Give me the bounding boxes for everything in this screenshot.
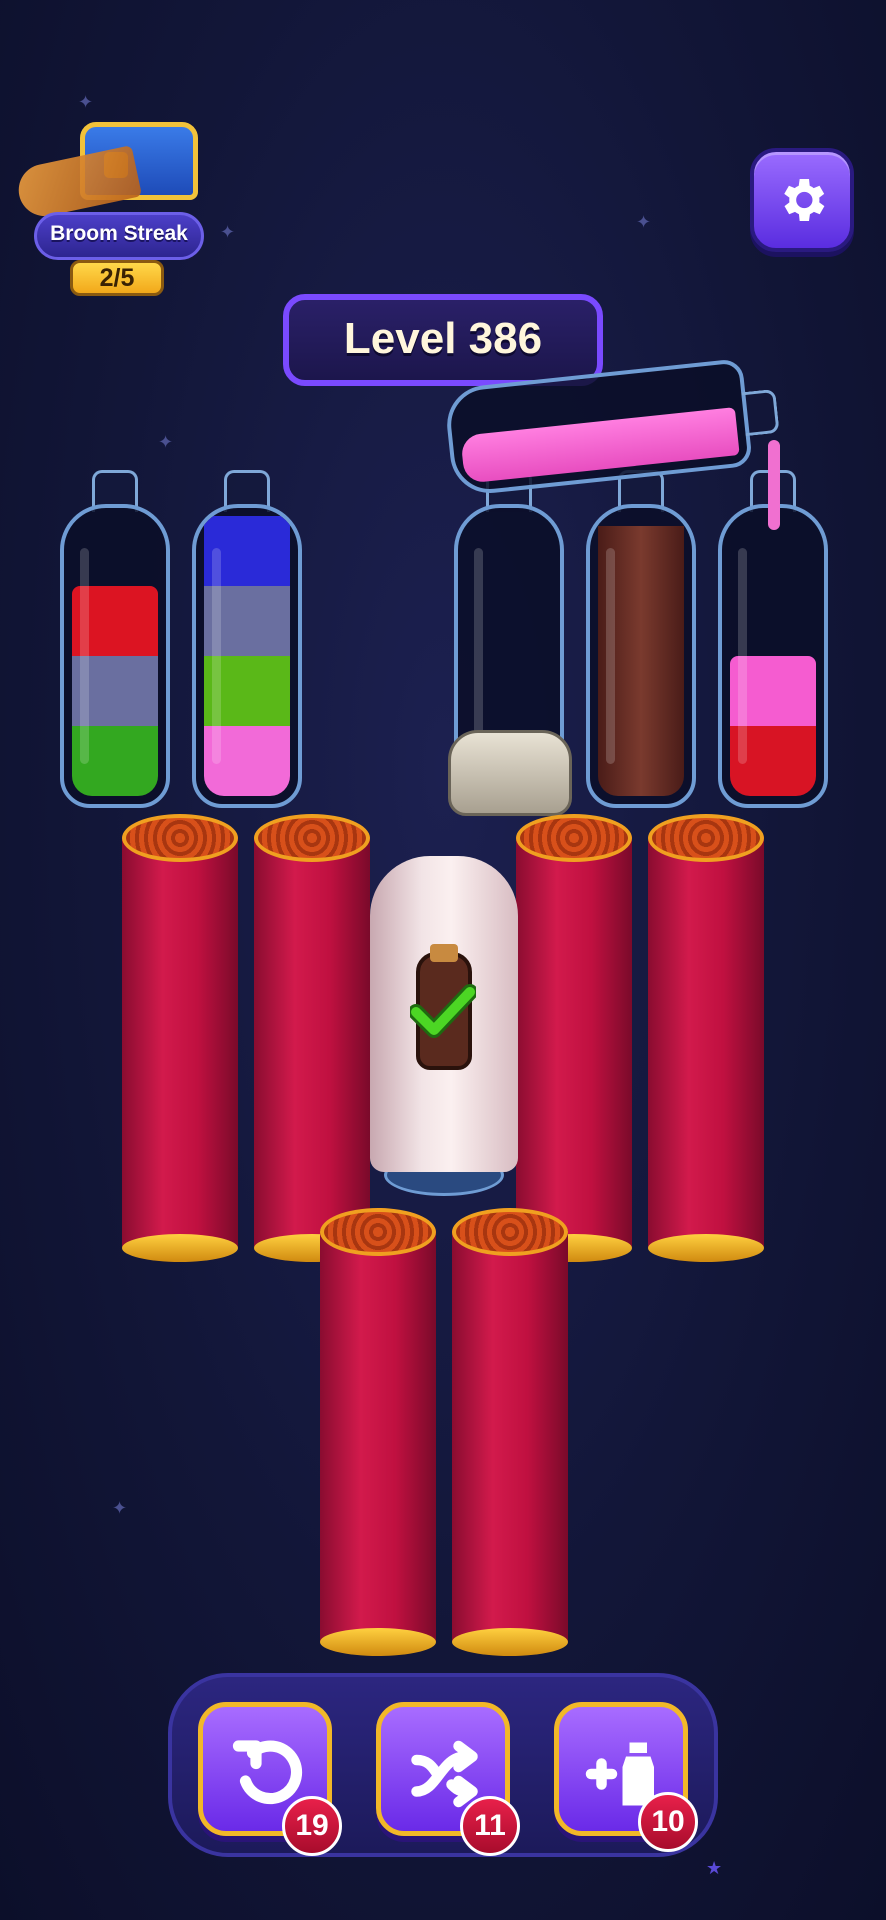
star-decoration: ✦ bbox=[158, 432, 174, 452]
undo-count-badge: 19 bbox=[282, 1796, 342, 1856]
covered-tube-5 bbox=[320, 1208, 436, 1656]
bottle-2[interactable] bbox=[192, 470, 302, 808]
broom-streak-label: Broom Streak bbox=[50, 222, 188, 245]
gear-icon bbox=[784, 179, 825, 221]
broom-icon bbox=[13, 145, 143, 221]
checkmark-icon bbox=[410, 984, 476, 1038]
bottle-4[interactable] bbox=[586, 470, 696, 808]
bottle-1[interactable] bbox=[60, 470, 170, 808]
settings-button[interactable] bbox=[750, 148, 854, 252]
star-decoration: ✦ bbox=[636, 212, 652, 232]
level-title: Level 386 bbox=[283, 294, 603, 386]
stone-pedestal bbox=[448, 730, 572, 816]
add-bottle-count-badge: 10 bbox=[638, 1792, 698, 1852]
covered-tube-4 bbox=[648, 814, 764, 1262]
pour-stream bbox=[768, 440, 780, 530]
covered-tube-2 bbox=[254, 814, 370, 1262]
star-decoration: ✦ bbox=[112, 1498, 128, 1518]
star-decoration: ★ bbox=[706, 1858, 723, 1878]
covered-tube-3 bbox=[516, 814, 632, 1262]
broom-streak-badge[interactable]: Broom Streak 2/5 bbox=[13, 112, 218, 302]
covered-tube-1 bbox=[122, 814, 238, 1262]
hidden-bottle[interactable] bbox=[370, 856, 518, 1196]
shuffle-count-badge: 11 bbox=[460, 1796, 520, 1856]
broom-streak-progress: 2/5 bbox=[70, 260, 164, 296]
star-decoration: ✦ bbox=[220, 222, 236, 242]
star-decoration: ✦ bbox=[78, 92, 94, 112]
covered-tube-6 bbox=[452, 1208, 568, 1656]
